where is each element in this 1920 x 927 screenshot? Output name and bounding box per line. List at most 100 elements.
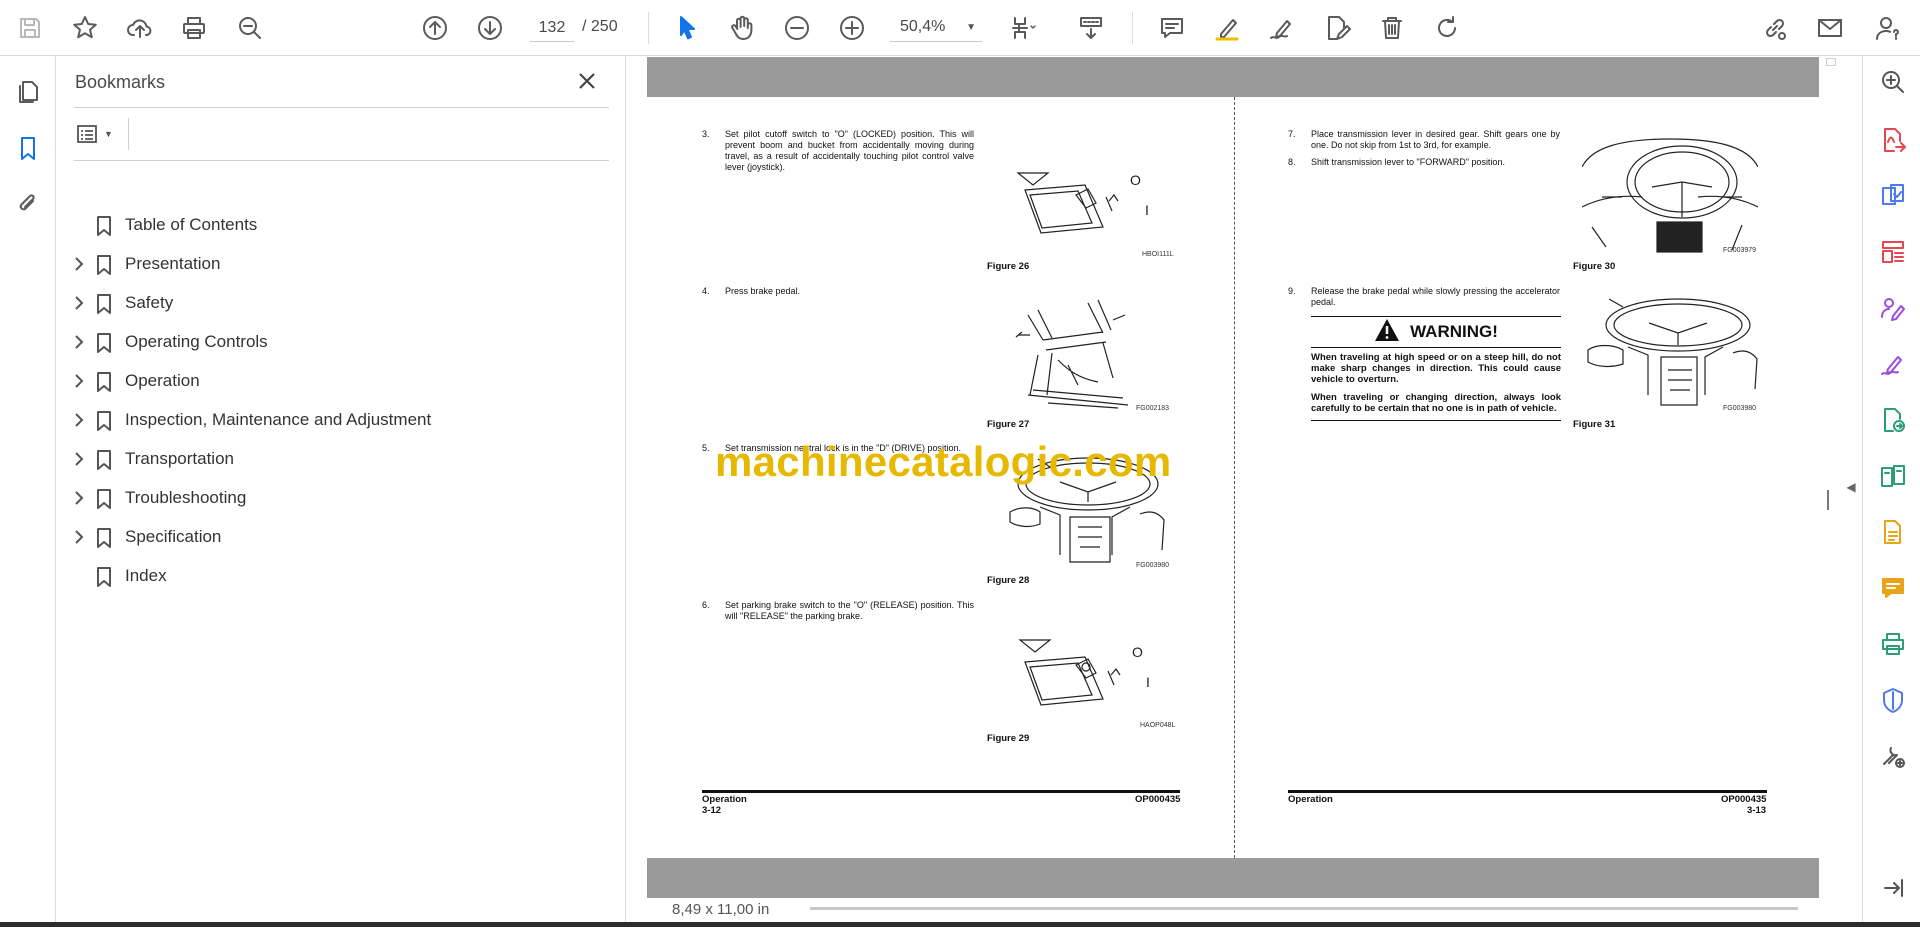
- footer-rule: [702, 790, 1180, 793]
- bookmark-item-transportation[interactable]: Transportation: [56, 441, 616, 477]
- bookmark-item-safety[interactable]: Safety: [56, 285, 616, 321]
- scroll-grip[interactable]: [1827, 490, 1829, 510]
- star-icon[interactable]: [67, 10, 103, 46]
- divider: [1311, 347, 1561, 348]
- more-tools-icon[interactable]: [1877, 740, 1909, 772]
- left-navigation-rail: [0, 56, 56, 922]
- bookmark-icon: [95, 566, 113, 588]
- next-page-icon[interactable]: [472, 10, 508, 46]
- account-icon[interactable]: [1869, 10, 1905, 46]
- chevron-right-icon[interactable]: [71, 295, 87, 311]
- taskbar-strip: [0, 922, 1920, 927]
- warning-triangle-icon: [1374, 318, 1400, 347]
- scrollbar-thumb[interactable]: [1826, 58, 1836, 66]
- share-link-icon[interactable]: [1757, 10, 1793, 46]
- compare-files-icon[interactable]: [1877, 460, 1909, 492]
- protect-icon[interactable]: [1877, 684, 1909, 716]
- delete-icon[interactable]: [1374, 10, 1410, 46]
- search-zoom-icon[interactable]: [232, 10, 268, 46]
- step-text: Set pilot cutoff switch to "O" (LOCKED) …: [725, 129, 974, 172]
- bookmark-icon: [95, 254, 113, 276]
- chevron-right-icon[interactable]: [71, 490, 87, 506]
- bookmark-item-table-of-contents[interactable]: Table of Contents: [56, 207, 616, 243]
- step-text: Set parking brake switch to the "O" (REL…: [725, 600, 974, 621]
- horizontal-scrollbar[interactable]: [810, 907, 1798, 910]
- figure-code: FG003980: [1723, 405, 1757, 412]
- create-pdf-icon[interactable]: [1877, 180, 1909, 212]
- send-for-review-icon[interactable]: [1877, 404, 1909, 436]
- bookmark-label: Operating Controls: [125, 332, 268, 351]
- figure-code: FG002183: [1136, 405, 1170, 412]
- print-production-icon[interactable]: [1877, 628, 1909, 660]
- bookmark-panel-icon[interactable]: [12, 132, 44, 164]
- chevron-right-icon[interactable]: [71, 334, 87, 350]
- bookmark-item-operating-controls[interactable]: Operating Controls: [56, 324, 616, 360]
- svg-text:I: I: [1146, 674, 1150, 690]
- scan-ocr-icon[interactable]: [1877, 516, 1909, 548]
- footer-section: Operation: [702, 794, 747, 805]
- bookmark-label: Specification: [125, 527, 222, 546]
- email-icon[interactable]: [1812, 10, 1848, 46]
- footer-rule: [1288, 790, 1767, 793]
- edit-pdf-icon[interactable]: [1319, 10, 1355, 46]
- zoom-search-icon[interactable]: [1877, 66, 1909, 98]
- bookmark-item-troubleshooting[interactable]: Troubleshooting: [56, 480, 616, 516]
- chevron-right-icon[interactable]: [71, 373, 87, 389]
- attachments-icon[interactable]: [12, 188, 44, 220]
- zoom-in-icon[interactable]: [834, 10, 870, 46]
- request-signatures-icon[interactable]: [1877, 292, 1909, 324]
- rotate-icon[interactable]: [1429, 10, 1465, 46]
- upload-cloud-icon[interactable]: [122, 10, 158, 46]
- page-fit-icon[interactable]: [1005, 10, 1041, 46]
- page-divider: [1234, 97, 1235, 858]
- organize-pages-icon[interactable]: [1877, 236, 1909, 268]
- print-icon[interactable]: [176, 10, 212, 46]
- previous-page-icon[interactable]: [417, 10, 453, 46]
- select-cursor-icon[interactable]: [669, 10, 705, 46]
- step-text: Release the brake pedal while slowly pre…: [1311, 286, 1560, 307]
- bookmark-item-inspection-maintenance[interactable]: Inspection, Maintenance and Adjustment: [56, 402, 616, 438]
- vertical-scrollbar[interactable]: [1824, 56, 1838, 922]
- bookmark-icon: [95, 293, 113, 315]
- bookmark-item-presentation[interactable]: Presentation: [56, 246, 616, 282]
- chevron-right-icon[interactable]: [71, 412, 87, 428]
- collapse-right-panel-handle[interactable]: ◀: [1844, 480, 1858, 494]
- scroll-mode-icon[interactable]: [1073, 10, 1109, 46]
- bookmark-item-operation[interactable]: Operation: [56, 363, 616, 399]
- zoom-out-icon[interactable]: [779, 10, 815, 46]
- bookmark-icon: [95, 449, 113, 471]
- divider: [74, 160, 609, 161]
- bookmark-icon: [95, 410, 113, 432]
- accelerator-pedal-illustration: [1583, 295, 1758, 413]
- comment-tool-icon[interactable]: [1877, 572, 1909, 604]
- warning-box: WARNING! When traveling at high speed or…: [1311, 316, 1561, 421]
- bookmarks-panel-title: Bookmarks: [75, 72, 166, 92]
- fill-and-sign-icon[interactable]: [1877, 348, 1909, 380]
- figure-caption: Figure 26: [987, 261, 1030, 272]
- comment-icon[interactable]: [1154, 10, 1190, 46]
- chevron-right-icon[interactable]: [71, 529, 87, 545]
- bookmark-icon: [95, 215, 113, 237]
- bookmark-label: Troubleshooting: [125, 488, 247, 507]
- bookmark-item-specification[interactable]: Specification: [56, 519, 616, 555]
- hand-tool-icon[interactable]: [724, 10, 760, 46]
- chevron-right-icon[interactable]: [71, 451, 87, 467]
- main-toolbar: / 250 50,4% ▼: [0, 0, 1920, 56]
- export-pdf-icon[interactable]: [1877, 124, 1909, 156]
- bookmark-item-index[interactable]: Index: [56, 558, 616, 594]
- page-number-input[interactable]: [530, 14, 574, 42]
- draw-signature-icon[interactable]: [1264, 10, 1300, 46]
- page-thumbnails-icon[interactable]: [12, 76, 44, 108]
- bookmark-label: Index: [125, 566, 167, 585]
- footer-page-number: 3-12: [702, 805, 722, 816]
- bookmark-options-menu[interactable]: ▼: [76, 120, 122, 148]
- chevron-right-icon[interactable]: [71, 256, 87, 272]
- figure-code: HBOI111L: [1142, 251, 1174, 258]
- zoom-level-select[interactable]: 50,4% ▼: [890, 14, 982, 42]
- save-icon[interactable]: [12, 10, 48, 46]
- close-icon[interactable]: [576, 70, 602, 96]
- highlight-icon[interactable]: [1209, 10, 1245, 46]
- collapse-tools-icon[interactable]: [1877, 872, 1909, 904]
- chevron-down-icon: ▼: [104, 129, 113, 139]
- bookmark-label: Safety: [125, 293, 174, 312]
